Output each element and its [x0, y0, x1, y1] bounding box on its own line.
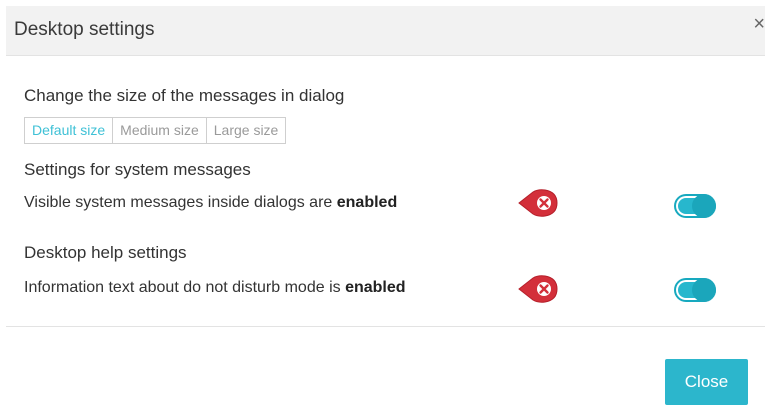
- annotation-marker-icon: [518, 275, 558, 303]
- toggle-knob: [692, 278, 716, 302]
- help-settings-title: Desktop help settings: [24, 243, 187, 262]
- toggle-knob: [692, 194, 716, 218]
- annotation-marker-icon: [518, 189, 558, 217]
- size-option-medium[interactable]: Medium size: [112, 117, 207, 144]
- help-settings-state: enabled: [345, 279, 406, 296]
- message-size-selector: Default size Medium size Large size: [24, 117, 287, 144]
- system-messages-title: Settings for system messages: [24, 160, 251, 179]
- system-messages-toggle[interactable]: [674, 194, 716, 218]
- close-button[interactable]: Close: [665, 359, 748, 405]
- system-messages-text: Visible system messages inside dialogs a…: [24, 194, 333, 211]
- close-icon[interactable]: ×: [753, 14, 765, 34]
- help-settings-description: Information text about do not disturb mo…: [24, 279, 406, 297]
- help-settings-toggle[interactable]: [674, 278, 716, 302]
- dialog-title: Desktop settings: [14, 19, 155, 40]
- system-messages-description: Visible system messages inside dialogs a…: [24, 194, 397, 212]
- dialog-header: Desktop settings ×: [6, 6, 765, 56]
- help-settings-text: Information text about do not disturb mo…: [24, 279, 341, 296]
- message-size-title: Change the size of the messages in dialo…: [24, 86, 345, 105]
- size-option-default[interactable]: Default size: [24, 117, 114, 144]
- footer-divider: [6, 326, 765, 327]
- system-messages-state: enabled: [336, 194, 398, 211]
- size-option-large[interactable]: Large size: [205, 117, 287, 144]
- desktop-settings-dialog: Desktop settings × Change the size of th…: [0, 0, 765, 405]
